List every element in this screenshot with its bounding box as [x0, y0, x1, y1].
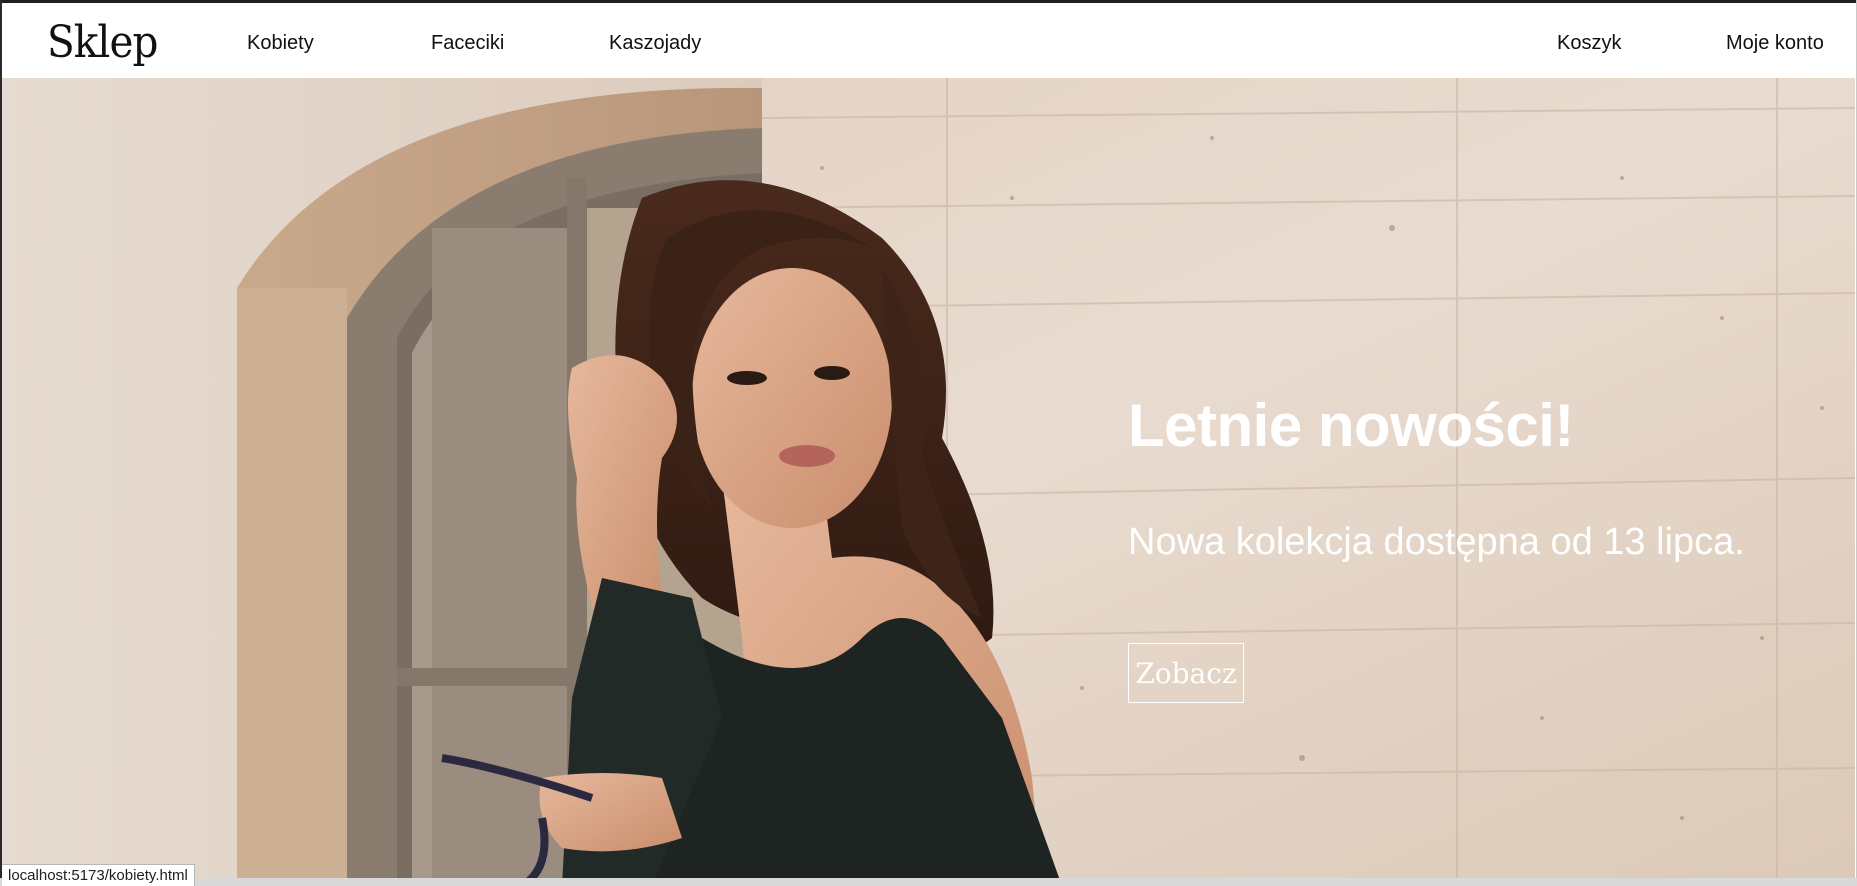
hero-banner: Letnie nowości! Nowa kolekcja dostępna o…	[2, 78, 1855, 886]
window-top-border	[0, 0, 1857, 3]
nav-link-faceciki[interactable]: Faceciki	[431, 29, 504, 57]
window-left-border	[0, 0, 2, 886]
hero-title: Letnie nowości!	[1128, 392, 1574, 459]
site-header: Sklep Kobiety Faceciki Kaszojady Koszyk …	[2, 3, 1855, 78]
site-logo[interactable]: Sklep	[47, 13, 158, 73]
see-collection-button[interactable]: Zobacz	[1128, 643, 1244, 703]
status-bar-url: localhost:5173/kobiety.html	[2, 864, 195, 886]
nav-link-my-account[interactable]: Moje konto	[1726, 29, 1824, 57]
nav-link-kaszojady[interactable]: Kaszojady	[609, 29, 701, 57]
nav-link-kobiety[interactable]: Kobiety	[247, 29, 314, 57]
browser-viewport: Letnie nowości! Nowa kolekcja dostępna o…	[0, 0, 1857, 886]
horizontal-scrollbar[interactable]	[0, 878, 1857, 886]
hero-subtitle: Nowa kolekcja dostępna od 13 lipca.	[1128, 521, 1745, 563]
nav-link-cart[interactable]: Koszyk	[1557, 29, 1621, 57]
hero-photo	[2, 78, 1855, 886]
